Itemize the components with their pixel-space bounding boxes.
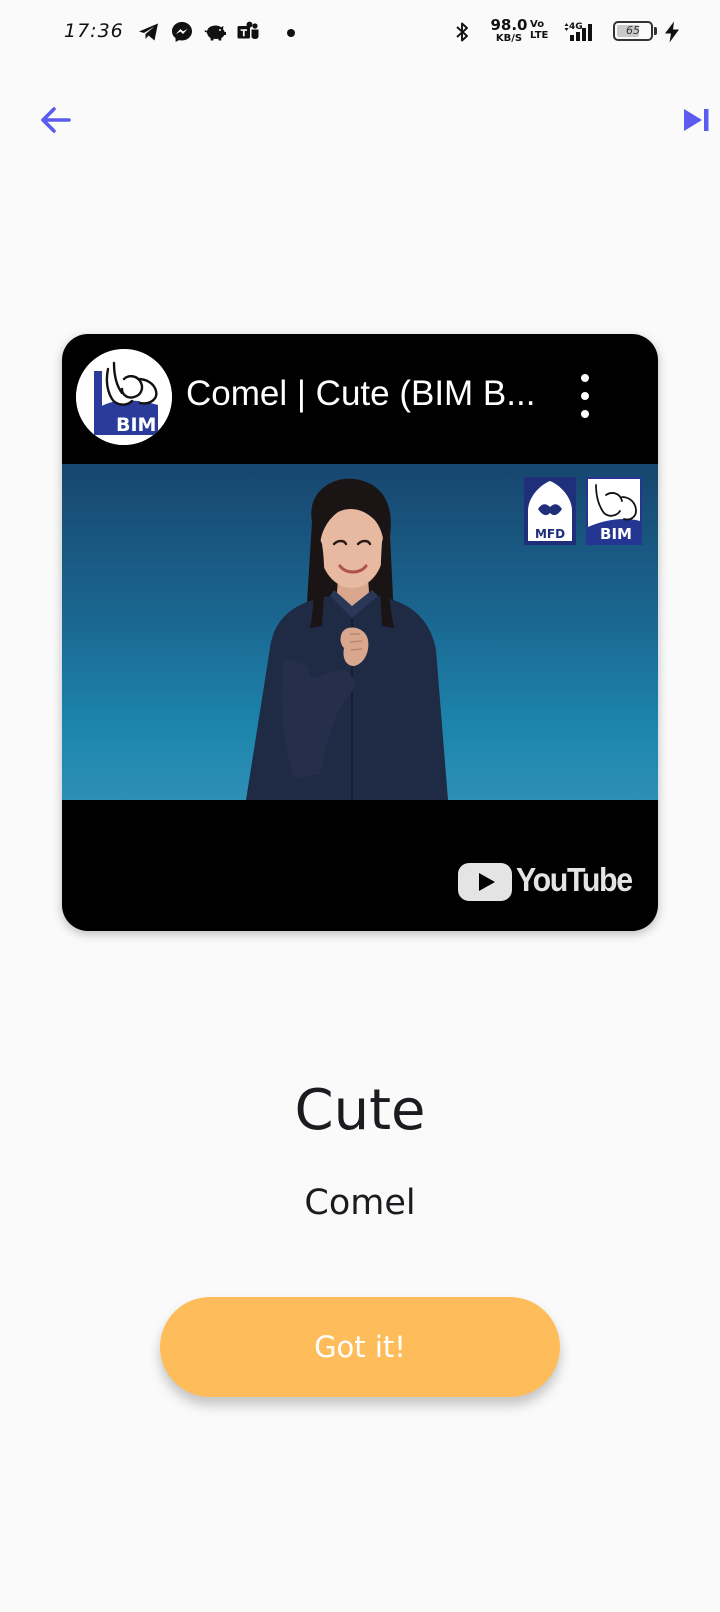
telegram-icon xyxy=(139,23,158,41)
video-title[interactable]: Comel | Cute (BIM B... xyxy=(186,374,566,414)
network-speed-value: 98.0 xyxy=(490,16,528,34)
charging-icon xyxy=(665,21,679,43)
volte-bottom: LTE xyxy=(530,29,549,41)
bim-logo: BIM xyxy=(586,477,642,545)
battery-level: 65 xyxy=(626,24,640,37)
notification-dot xyxy=(287,29,295,37)
mfd-logo-text: MFD xyxy=(535,527,565,541)
word-english: Cute xyxy=(294,1078,426,1143)
signer-image xyxy=(246,478,448,800)
piggy-bank-icon xyxy=(204,25,226,41)
video-header: BIM Comel | Cute (BIM B... xyxy=(62,334,658,464)
bim-channel-logo: BIM xyxy=(76,349,172,445)
more-vert-icon[interactable] xyxy=(570,370,600,422)
youtube-logo[interactable]: YouTube xyxy=(458,861,633,903)
battery-icon: 65 xyxy=(613,21,657,41)
teams-icon xyxy=(237,21,259,39)
youtube-play-icon xyxy=(458,863,512,901)
word-malay: Comel xyxy=(304,1183,416,1223)
bluetooth-icon xyxy=(456,22,468,42)
network-type: 4G xyxy=(569,22,583,32)
video-player[interactable]: BIM Comel | Cute (BIM B... MFD BIM YouTu… xyxy=(62,334,658,931)
battery-cap xyxy=(654,27,657,35)
channel-avatar-text: BIM xyxy=(116,414,156,436)
messenger-icon xyxy=(172,22,192,42)
bim-logo-text: BIM xyxy=(600,525,632,543)
status-time: 17:36 xyxy=(64,20,124,42)
channel-avatar[interactable]: BIM xyxy=(76,349,172,445)
mfd-logo: MFD xyxy=(524,477,576,545)
got-it-button[interactable]: Got it! xyxy=(160,1297,560,1397)
volte-top: Vo xyxy=(530,19,545,30)
video-frame[interactable]: MFD BIM xyxy=(62,464,658,800)
network-speed-unit: KB/S xyxy=(495,33,523,44)
youtube-wordmark: YouTube xyxy=(516,861,633,898)
skip-next-icon xyxy=(684,109,709,131)
network-speed: 98.0 KB/S xyxy=(490,18,528,44)
signal-icon: 4G xyxy=(564,22,592,41)
volte-indicator: Vo LTE xyxy=(530,19,549,41)
back-button[interactable] xyxy=(34,98,78,142)
skip-button[interactable] xyxy=(676,98,720,142)
status-bar: 17:36 98.0 KB/S Vo LTE 4G 65 xyxy=(0,0,720,66)
arrow-left-icon xyxy=(41,107,71,133)
